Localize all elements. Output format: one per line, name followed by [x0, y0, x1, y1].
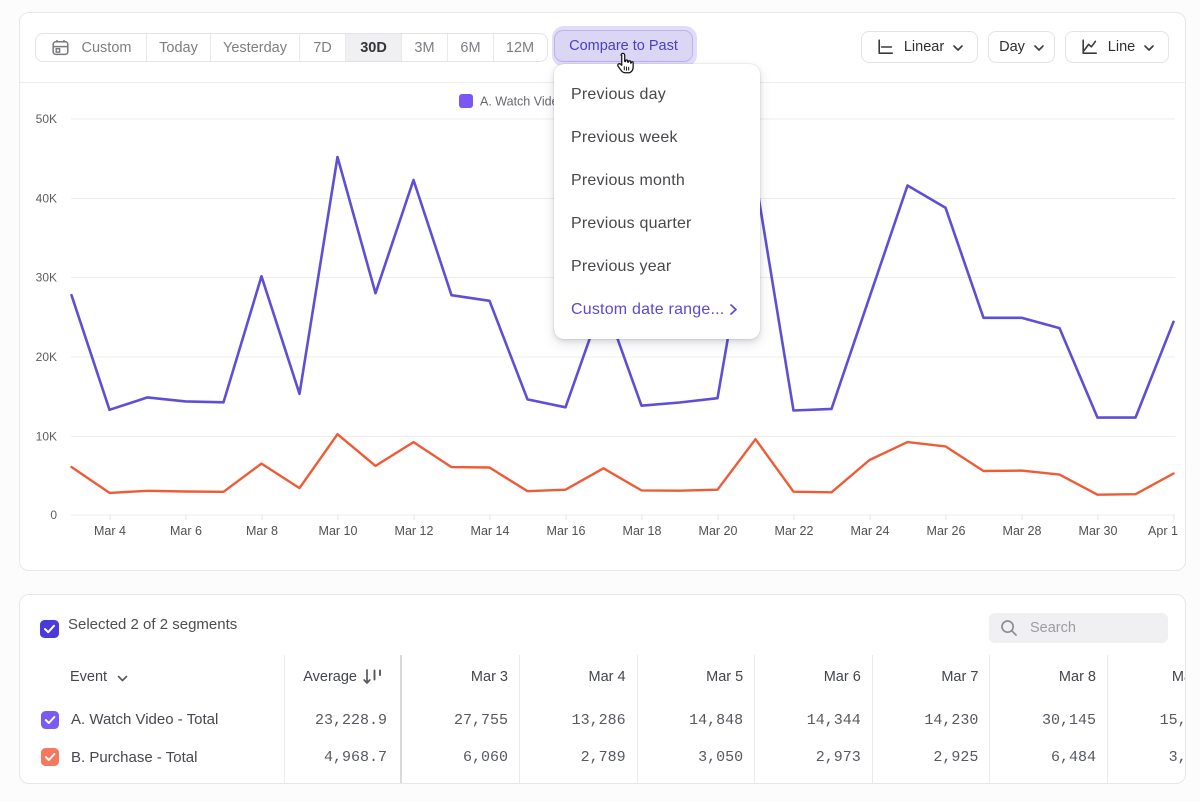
svg-text:Mar 26: Mar 26	[927, 524, 966, 538]
svg-text:Mar 12: Mar 12	[395, 524, 434, 538]
svg-text:Mar 8: Mar 8	[246, 524, 278, 538]
svg-text:Mar 14: Mar 14	[471, 524, 510, 538]
svg-text:Mar 24: Mar 24	[851, 524, 890, 538]
svg-text:30K: 30K	[36, 271, 57, 285]
svg-text:Mar 4: Mar 4	[94, 524, 126, 538]
svg-text:Apr 1: Apr 1	[1148, 524, 1178, 538]
svg-text:Mar 18: Mar 18	[623, 524, 662, 538]
svg-text:50K: 50K	[36, 112, 57, 126]
svg-text:0: 0	[50, 508, 57, 522]
svg-text:10K: 10K	[36, 430, 57, 444]
svg-text:Mar 10: Mar 10	[319, 524, 358, 538]
svg-text:Mar 20: Mar 20	[699, 524, 738, 538]
svg-text:Mar 16: Mar 16	[547, 524, 586, 538]
svg-text:40K: 40K	[36, 192, 57, 206]
svg-text:Mar 22: Mar 22	[775, 524, 814, 538]
svg-text:Mar 30: Mar 30	[1079, 524, 1118, 538]
svg-text:Mar 6: Mar 6	[170, 524, 202, 538]
svg-text:20K: 20K	[36, 350, 57, 364]
svg-text:Mar 28: Mar 28	[1003, 524, 1042, 538]
